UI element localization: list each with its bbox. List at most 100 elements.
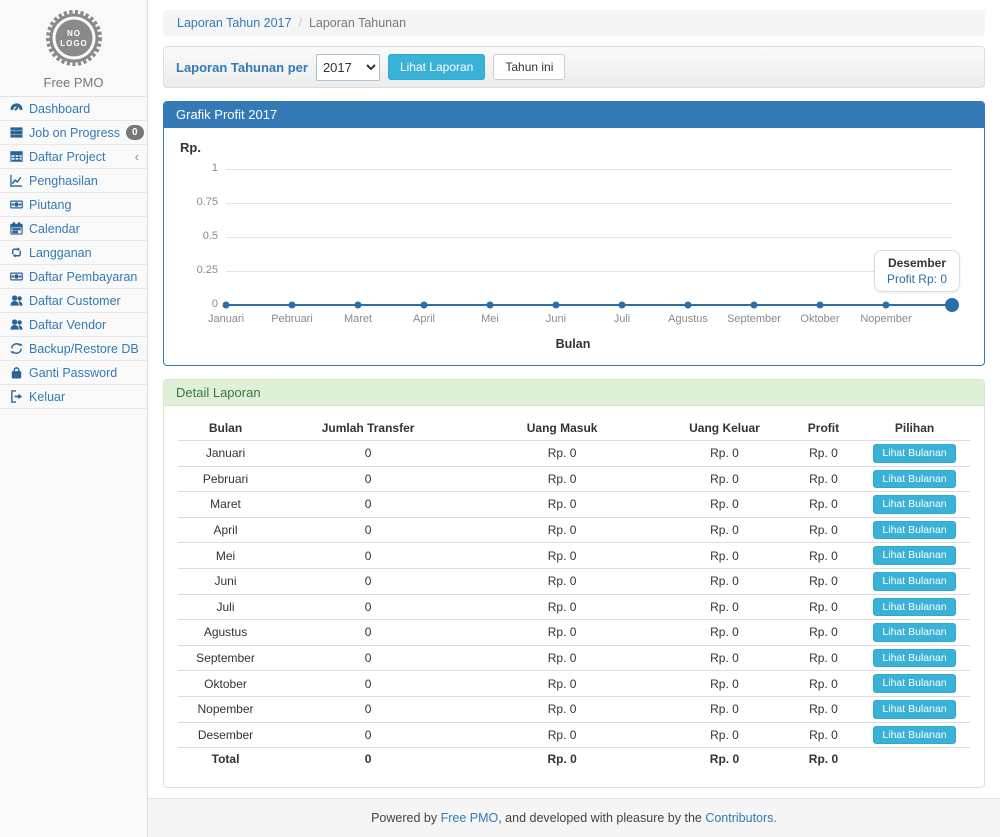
cell-uang-keluar: Rp. 0 <box>661 441 788 467</box>
sidebar: NO LOGO Free PMO DashboardJob on Progres… <box>0 0 148 837</box>
filter-bar: Laporan Tahunan per 2017 Lihat Laporan T… <box>163 46 985 88</box>
line-chart-icon <box>9 174 23 188</box>
sidebar-item-calendar[interactable]: Calendar <box>0 217 147 241</box>
data-point-desember[interactable] <box>945 298 959 312</box>
sidebar-item-label: Backup/Restore DB <box>29 342 139 356</box>
footer-link-contributors[interactable]: Contributors. <box>705 811 777 825</box>
x-tick-label: Pebruari <box>271 313 313 325</box>
cell-uang-keluar: Rp. 0 <box>661 645 788 671</box>
year-select[interactable]: 2017 <box>316 54 380 81</box>
table-row-mei: Mei0Rp. 0Rp. 0Rp. 0Lihat Bulanan <box>178 543 970 569</box>
cell-uang-masuk: Rp. 0 <box>463 543 661 569</box>
sidebar-item-job-on-progress[interactable]: Job on Progress0 <box>0 121 147 145</box>
cell-uang-keluar: Rp. 0 <box>661 568 788 594</box>
cell-pilihan: Lihat Bulanan <box>859 492 970 518</box>
gridline <box>226 203 952 204</box>
cell-bulan: Desember <box>178 722 273 748</box>
sidebar-item-label: Daftar Vendor <box>29 318 106 332</box>
lihat-bulanan-button[interactable]: Lihat Bulanan <box>873 598 955 617</box>
breadcrumb-link-laporan-tahun[interactable]: Laporan Tahun 2017 <box>177 16 291 30</box>
cell-uang-keluar: Rp. 0 <box>661 594 788 620</box>
column-header-pilihan: Pilihan <box>859 416 970 441</box>
data-point-juli[interactable] <box>619 302 626 309</box>
sidebar-item-backup-restore-db[interactable]: Backup/Restore DB <box>0 337 147 361</box>
lihat-bulanan-button[interactable]: Lihat Bulanan <box>873 700 955 719</box>
sidebar-item-dashboard[interactable]: Dashboard <box>0 97 147 121</box>
x-tick-label: Nopember <box>860 313 911 325</box>
cell-uang-keluar: Rp. 0 <box>661 722 788 748</box>
cell-uang-masuk: Rp. 0 <box>463 645 661 671</box>
data-point-mei[interactable] <box>487 302 494 309</box>
data-point-juni[interactable] <box>553 302 560 309</box>
lihat-laporan-button[interactable]: Lihat Laporan <box>388 54 485 80</box>
cell-profit: Rp. 0 <box>788 517 859 543</box>
lihat-bulanan-button[interactable]: Lihat Bulanan <box>873 521 955 540</box>
total-pilihan-empty <box>859 748 970 771</box>
table-icon <box>9 150 23 164</box>
cell-pilihan: Lihat Bulanan <box>859 466 970 492</box>
sidebar-item-keluar[interactable]: Keluar <box>0 385 147 409</box>
data-point-oktober[interactable] <box>817 302 824 309</box>
sidebar-item-daftar-vendor[interactable]: Daftar Vendor <box>0 313 147 337</box>
data-point-nopember[interactable] <box>883 302 890 309</box>
cell-profit: Rp. 0 <box>788 696 859 722</box>
y-tick-label: 0.25 <box>180 264 218 276</box>
data-point-september[interactable] <box>751 302 758 309</box>
lihat-bulanan-button[interactable]: Lihat Bulanan <box>873 444 955 463</box>
cell-bulan: Juni <box>178 568 273 594</box>
cell-uang-masuk: Rp. 0 <box>463 620 661 646</box>
total-uang-masuk: Rp. 0 <box>463 748 661 771</box>
lihat-bulanan-button[interactable]: Lihat Bulanan <box>873 470 955 489</box>
sidebar-item-piutang[interactable]: Piutang <box>0 193 147 217</box>
report-table-body: Januari0Rp. 0Rp. 0Rp. 0Lihat BulananPebr… <box>178 441 970 748</box>
cell-uang-masuk: Rp. 0 <box>463 441 661 467</box>
sidebar-menu: DashboardJob on Progress0Daftar Project‹… <box>0 96 147 409</box>
cell-bulan: Juli <box>178 594 273 620</box>
x-tick-label: Juni <box>546 313 566 325</box>
lihat-bulanan-button[interactable]: Lihat Bulanan <box>873 726 955 745</box>
chart-tooltip-title: Desember <box>887 256 947 270</box>
chart-tooltip: Desember Profit Rp: 0 <box>874 250 960 292</box>
data-point-maret[interactable] <box>355 302 362 309</box>
tahun-ini-button[interactable]: Tahun ini <box>493 54 565 80</box>
users-icon <box>9 318 23 332</box>
sidebar-item-daftar-customer[interactable]: Daftar Customer <box>0 289 147 313</box>
app-window: NO LOGO Free PMO DashboardJob on Progres… <box>0 0 1000 837</box>
sidebar-item-label: Daftar Pembayaran <box>29 270 137 284</box>
lihat-bulanan-button[interactable]: Lihat Bulanan <box>873 623 955 642</box>
sidebar-item-penghasilan[interactable]: Penghasilan <box>0 169 147 193</box>
sidebar-item-daftar-project[interactable]: Daftar Project‹ <box>0 145 147 169</box>
cell-bulan: Maret <box>178 492 273 518</box>
column-header-uang-masuk: Uang Masuk <box>463 416 661 441</box>
lihat-bulanan-button[interactable]: Lihat Bulanan <box>873 546 955 565</box>
brand-name: Free PMO <box>0 75 147 90</box>
cell-bulan: Oktober <box>178 671 273 697</box>
chart-panel-title: Grafik Profit 2017 <box>164 102 984 128</box>
sidebar-item-langganan[interactable]: Langganan <box>0 241 147 265</box>
cell-jumlah-transfer: 0 <box>273 517 463 543</box>
cell-uang-keluar: Rp. 0 <box>661 466 788 492</box>
cell-uang-masuk: Rp. 0 <box>463 696 661 722</box>
x-tick-label: Maret <box>344 313 372 325</box>
lihat-bulanan-button[interactable]: Lihat Bulanan <box>873 495 955 514</box>
report-panel-title: Detail Laporan <box>164 380 984 406</box>
lihat-bulanan-button[interactable]: Lihat Bulanan <box>873 649 955 668</box>
main-area: Laporan Tahun 2017 / Laporan Tahunan Lap… <box>148 0 1000 837</box>
x-tick-label: April <box>413 313 435 325</box>
sidebar-item-daftar-pembayaran[interactable]: Daftar Pembayaran <box>0 265 147 289</box>
logo-text-line2: LOGO <box>60 39 88 48</box>
profit-series-line <box>226 304 952 306</box>
sidebar-item-ganti-password[interactable]: Ganti Password <box>0 361 147 385</box>
data-point-januari[interactable] <box>223 302 230 309</box>
report-panel: Detail Laporan BulanJumlah TransferUang … <box>163 379 985 788</box>
cell-bulan: September <box>178 645 273 671</box>
data-point-pebruari[interactable] <box>289 302 296 309</box>
lihat-bulanan-button[interactable]: Lihat Bulanan <box>873 674 955 693</box>
footer-link-free-pmo[interactable]: Free PMO <box>441 811 499 825</box>
cell-uang-masuk: Rp. 0 <box>463 466 661 492</box>
data-point-agustus[interactable] <box>685 302 692 309</box>
table-row-april: April0Rp. 0Rp. 0Rp. 0Lihat Bulanan <box>178 517 970 543</box>
lihat-bulanan-button[interactable]: Lihat Bulanan <box>873 572 955 591</box>
data-point-april[interactable] <box>421 302 428 309</box>
table-row-september: September0Rp. 0Rp. 0Rp. 0Lihat Bulanan <box>178 645 970 671</box>
